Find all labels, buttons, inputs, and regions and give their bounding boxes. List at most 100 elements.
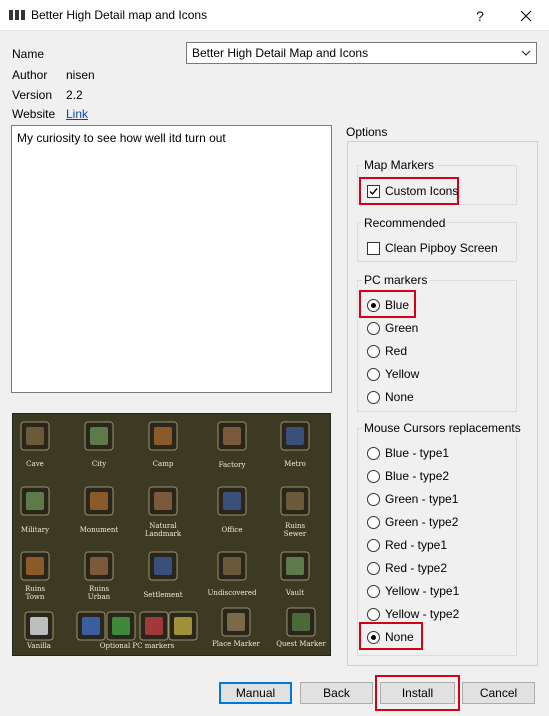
option-label: Green - type2 bbox=[385, 515, 459, 529]
radio-unselected[interactable] bbox=[367, 344, 380, 358]
preview-icon-place bbox=[221, 607, 251, 637]
radio-unselected[interactable] bbox=[367, 446, 380, 460]
option-cursor-none[interactable]: None bbox=[367, 628, 414, 646]
radio-selected[interactable] bbox=[367, 298, 380, 312]
preview-label-8: Office bbox=[221, 526, 242, 534]
group-title-pc-markers: PC markers bbox=[362, 273, 430, 287]
option-label: Blue - type1 bbox=[385, 446, 450, 460]
option-label: Red - type2 bbox=[385, 561, 448, 575]
name-dropdown[interactable]: Better High Detail Map and Icons bbox=[186, 42, 537, 64]
back-button[interactable]: Back bbox=[300, 682, 373, 704]
manual-button[interactable]: Manual bbox=[219, 682, 292, 704]
radio-unselected[interactable] bbox=[367, 492, 380, 506]
option-pc-green[interactable]: Green bbox=[367, 319, 418, 337]
option-label: Green bbox=[385, 321, 419, 335]
option-label: Green - type1 bbox=[385, 492, 459, 506]
cancel-button[interactable]: Cancel bbox=[462, 682, 535, 704]
radio-unselected[interactable] bbox=[367, 469, 380, 483]
close-button[interactable] bbox=[503, 0, 549, 31]
radio-selected[interactable] bbox=[367, 630, 380, 644]
website-link[interactable]: Link bbox=[66, 107, 88, 121]
preview-icon-vanilla bbox=[24, 611, 54, 641]
option-cursor-red-type1[interactable]: Red - type1 bbox=[367, 536, 447, 554]
option-custom-icons[interactable]: Custom Icons bbox=[367, 182, 458, 200]
options-title: Options bbox=[344, 125, 390, 139]
option-pc-blue[interactable]: Blue bbox=[367, 296, 409, 314]
preview-label-9-a: Ruins bbox=[285, 522, 306, 530]
option-cursor-blue-type1[interactable]: Blue - type1 bbox=[367, 444, 449, 462]
preview-label-10-b: Town bbox=[26, 593, 45, 601]
option-cursor-green-type1[interactable]: Green - type1 bbox=[367, 490, 458, 508]
option-cursor-yellow-type1[interactable]: Yellow - type1 bbox=[367, 582, 459, 600]
version-value: 2.2 bbox=[66, 88, 83, 102]
option-label: Red bbox=[385, 344, 408, 358]
option-cursor-green-type2[interactable]: Green - type2 bbox=[367, 513, 458, 531]
radio-unselected[interactable] bbox=[367, 390, 380, 404]
app-icon bbox=[9, 10, 25, 20]
preview-icon-pc-1 bbox=[106, 611, 136, 641]
option-pc-none[interactable]: None bbox=[367, 388, 414, 406]
website-label: Website bbox=[12, 107, 56, 121]
author-label: Author bbox=[12, 68, 48, 82]
preview-icon-12 bbox=[148, 551, 178, 581]
preview-icon-pc-0 bbox=[76, 611, 106, 641]
option-label: Blue bbox=[385, 298, 410, 312]
preview-icon-9 bbox=[280, 486, 310, 516]
preview-label-0: Cave bbox=[26, 460, 44, 468]
preview-label-optional: Optional PC markers bbox=[100, 642, 175, 650]
preview-label-9-b: Sewer bbox=[284, 530, 307, 538]
checkbox-checked[interactable] bbox=[367, 184, 380, 198]
preview-icon-3 bbox=[217, 421, 247, 451]
radio-unselected[interactable] bbox=[367, 321, 380, 335]
option-label: None bbox=[385, 390, 414, 404]
option-pc-yellow[interactable]: Yellow bbox=[367, 365, 419, 383]
preview-label-14: Vault bbox=[285, 589, 304, 597]
name-label: Name bbox=[12, 47, 45, 61]
preview-icon-7 bbox=[148, 486, 178, 516]
radio-unselected[interactable] bbox=[367, 515, 380, 529]
preview-label-12: Settlement bbox=[143, 591, 182, 599]
checkmark-icon bbox=[369, 187, 378, 195]
preview-icon-6 bbox=[84, 486, 114, 516]
group-title-mouse-cursors: Mouse Cursors replacements bbox=[362, 421, 523, 435]
radio-unselected[interactable] bbox=[367, 367, 380, 381]
option-label: Yellow - type2 bbox=[385, 607, 460, 621]
option-label: Yellow - type1 bbox=[385, 584, 460, 598]
preview-icon-5 bbox=[20, 486, 50, 516]
preview-label-4: Metro bbox=[284, 460, 306, 468]
author-value: nisen bbox=[66, 68, 95, 82]
option-clean-pipboy[interactable]: Clean Pipboy Screen bbox=[367, 239, 498, 257]
description-box[interactable]: My curiosity to see how well itd turn ou… bbox=[11, 125, 332, 393]
preview-icon-pc-2 bbox=[139, 611, 169, 641]
option-label: Clean Pipboy Screen bbox=[385, 241, 498, 255]
option-cursor-red-type2[interactable]: Red - type2 bbox=[367, 559, 447, 577]
checkbox-unchecked[interactable] bbox=[367, 241, 380, 255]
option-label: Custom Icons bbox=[385, 184, 459, 198]
chevron-down-icon bbox=[521, 50, 531, 56]
group-title-map-markers: Map Markers bbox=[362, 158, 437, 172]
option-label: Red - type1 bbox=[385, 538, 448, 552]
preview-icon-pc-3 bbox=[168, 611, 198, 641]
option-label: Blue - type2 bbox=[385, 469, 450, 483]
map-icons-preview: Cave City Camp Factory Metro Military Monument… bbox=[20, 421, 326, 650]
install-button[interactable]: Install bbox=[380, 682, 455, 704]
title-bar: Better High Detail map and Icons ? bbox=[0, 0, 549, 31]
preview-icon-13 bbox=[217, 551, 247, 581]
preview-label-6: Monument bbox=[80, 526, 119, 534]
preview-label-1: City bbox=[92, 460, 106, 468]
radio-unselected[interactable] bbox=[367, 561, 380, 575]
radio-unselected[interactable] bbox=[367, 584, 380, 598]
group-title-recommended: Recommended bbox=[362, 216, 448, 230]
radio-unselected[interactable] bbox=[367, 538, 380, 552]
preview-label-place: Place Marker bbox=[212, 640, 260, 648]
version-label: Version bbox=[12, 88, 53, 102]
option-pc-red[interactable]: Red bbox=[367, 342, 407, 360]
preview-icon-11 bbox=[84, 551, 114, 581]
option-cursor-yellow-type2[interactable]: Yellow - type2 bbox=[367, 605, 459, 623]
preview-image: Cave City Camp Factory Metro Military Monument… bbox=[12, 413, 331, 656]
radio-unselected[interactable] bbox=[367, 607, 380, 621]
option-cursor-blue-type2[interactable]: Blue - type2 bbox=[367, 467, 449, 485]
help-button[interactable]: ? bbox=[457, 0, 503, 31]
preview-label-10-a: Ruins bbox=[25, 585, 46, 593]
preview-label-7-a: Natural bbox=[149, 522, 177, 530]
